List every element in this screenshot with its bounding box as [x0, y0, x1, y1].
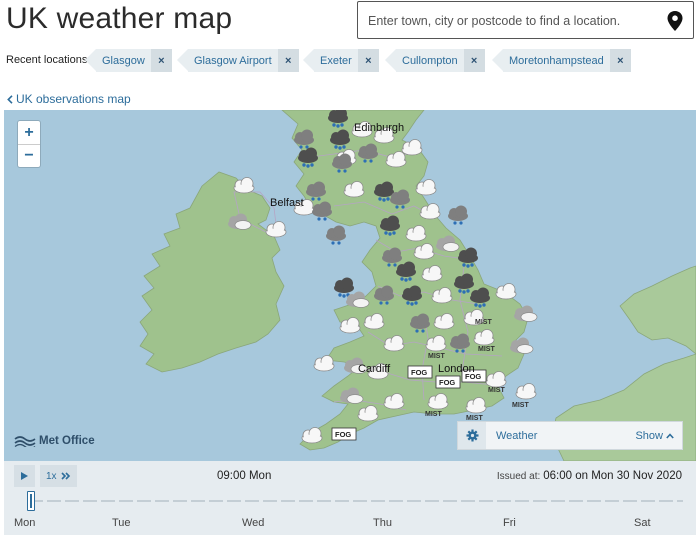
- chevron-left-icon: [7, 95, 13, 104]
- recent-location-name[interactable]: Glasgow Airport: [188, 55, 278, 67]
- weather-map[interactable]: MIST MIST MIST MIST MIST MIST MIST FOG F…: [4, 110, 696, 461]
- mist-badge: MIST: [512, 402, 529, 409]
- mist-badge: MIST: [425, 411, 442, 418]
- search-input[interactable]: [368, 11, 648, 31]
- play-icon: [21, 472, 28, 480]
- day-label-wed[interactable]: Wed: [242, 517, 264, 529]
- fog-badge: FOG: [335, 430, 351, 439]
- recent-location-tag[interactable]: Glasgow Airport ×: [188, 49, 299, 72]
- fog-badge: FOG: [439, 378, 455, 387]
- timeline-track[interactable]: [29, 500, 683, 502]
- remove-location-button[interactable]: ×: [358, 49, 379, 72]
- zoom-in-button[interactable]: +: [18, 121, 40, 144]
- chevron-up-icon: [666, 433, 674, 439]
- location-pin-icon[interactable]: [667, 11, 683, 31]
- recent-location-tag[interactable]: Cullompton ×: [396, 49, 485, 72]
- met-office-logo-icon: [14, 435, 36, 447]
- recent-location-name[interactable]: Cullompton: [396, 55, 464, 67]
- day-label-mon[interactable]: Mon: [14, 517, 35, 529]
- day-label-tue[interactable]: Tue: [112, 517, 131, 529]
- recent-location-name[interactable]: Moretonhampstead: [503, 55, 610, 67]
- day-label-fri[interactable]: Fri: [503, 517, 516, 529]
- mist-badge: MIST: [488, 387, 505, 394]
- fast-forward-icon: [61, 472, 71, 480]
- recent-location-name[interactable]: Glasgow: [96, 55, 151, 67]
- day-label-sat[interactable]: Sat: [634, 517, 651, 529]
- back-link-label[interactable]: UK observations map: [16, 92, 131, 106]
- met-office-logo: Met Office: [14, 435, 95, 447]
- city-label-cardiff: Cardiff: [358, 363, 391, 375]
- uk-observations-link[interactable]: UK observations map: [7, 92, 131, 106]
- issued-label: Issued at:: [497, 471, 540, 482]
- logo-text: Met Office: [39, 435, 95, 447]
- remove-location-button[interactable]: ×: [278, 49, 299, 72]
- zoom-controls: + −: [18, 121, 40, 167]
- layer-show-label[interactable]: Show: [635, 430, 663, 442]
- recent-location-tag[interactable]: Moretonhampstead ×: [503, 49, 631, 72]
- gear-icon: [466, 429, 479, 442]
- city-label-edinburgh: Edinburgh: [354, 122, 404, 134]
- page-title: UK weather map: [6, 2, 232, 36]
- recent-location-name[interactable]: Exeter: [314, 55, 358, 67]
- layer-show-toggle[interactable]: Show: [635, 430, 682, 442]
- play-button[interactable]: [14, 465, 35, 487]
- playback-controls: 1x: [14, 465, 77, 487]
- location-search[interactable]: [357, 1, 694, 39]
- mist-badge: MIST: [428, 353, 445, 360]
- remove-location-button[interactable]: ×: [610, 49, 631, 72]
- speed-button[interactable]: 1x: [40, 465, 77, 487]
- issued-time: Issued at:06:00 on Mon 30 Nov 2020: [497, 470, 682, 482]
- issued-value: 06:00 on Mon 30 Nov 2020: [543, 470, 682, 482]
- fog-badge: FOG: [411, 368, 427, 377]
- current-time: 09:00 Mon: [217, 470, 271, 482]
- mist-badge: MIST: [475, 319, 492, 326]
- timeline-slider-thumb[interactable]: [27, 491, 35, 511]
- forecast-timeline: 1x 09:00 Mon Issued at:06:00 on Mon 30 N…: [4, 461, 696, 535]
- remove-location-button[interactable]: ×: [464, 49, 485, 72]
- layer-control[interactable]: Weather Show: [457, 421, 683, 450]
- speed-label[interactable]: 1x: [46, 471, 57, 482]
- recent-locations-label: Recent locations: [6, 54, 87, 66]
- layer-name: Weather: [486, 430, 635, 442]
- map-canvas[interactable]: MIST MIST MIST MIST MIST MIST MIST FOG F…: [4, 110, 696, 461]
- city-label-london: London: [438, 363, 475, 375]
- recent-location-tag[interactable]: Exeter ×: [314, 49, 379, 72]
- day-label-thu[interactable]: Thu: [373, 517, 392, 529]
- mist-badge: MIST: [478, 346, 495, 353]
- zoom-out-button[interactable]: −: [18, 144, 40, 167]
- city-label-belfast: Belfast: [270, 197, 304, 209]
- recent-location-tag[interactable]: Glasgow ×: [96, 49, 172, 72]
- layer-settings-button[interactable]: [458, 422, 486, 449]
- remove-location-button[interactable]: ×: [151, 49, 172, 72]
